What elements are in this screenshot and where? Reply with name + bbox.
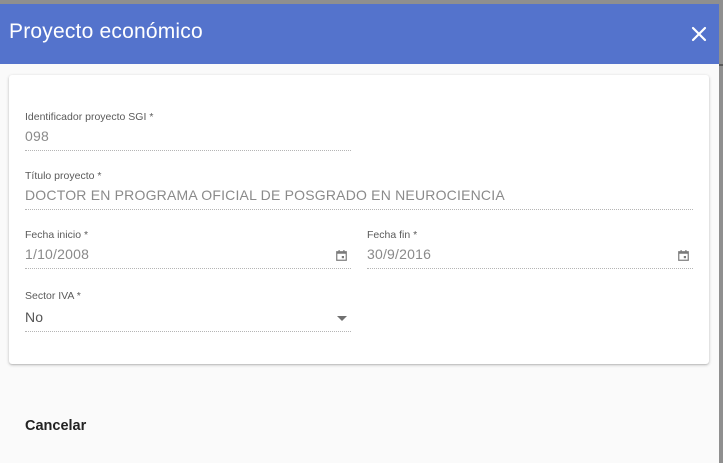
fecha-inicio-value: 1/10/2008	[25, 246, 90, 262]
titulo-label: Título proyecto *	[25, 170, 102, 182]
fecha-inicio-label: Fecha inicio *	[25, 229, 89, 241]
dialog-header: Proyecto económico	[0, 4, 719, 64]
fecha-fin-label: Fecha fin *	[367, 229, 418, 241]
fecha-inicio-underline	[25, 268, 351, 269]
titulo-field[interactable]: Título proyecto * DOCTOR EN PROGRAMA OFI…	[25, 170, 693, 210]
titulo-value: DOCTOR EN PROGRAMA OFICIAL DE POSGRADO E…	[25, 187, 505, 203]
sector-iva-underline	[25, 331, 351, 332]
proyecto-dialog: Proyecto económico Identificador proyect…	[0, 4, 719, 463]
fecha-fin-underline	[367, 268, 693, 269]
identificador-field[interactable]: Identificador proyecto SGI * 098	[25, 111, 351, 151]
identificador-underline	[25, 150, 351, 151]
sector-iva-label: Sector IVA *	[25, 290, 81, 302]
calendar-icon[interactable]	[678, 250, 689, 261]
close-button[interactable]	[687, 22, 711, 46]
fecha-inicio-field[interactable]: Fecha inicio * 1/10/2008	[25, 229, 351, 269]
form-card: Identificador proyecto SGI * 098 Título …	[9, 75, 709, 364]
dialog-title: Proyecto económico	[9, 20, 203, 43]
identificador-label: Identificador proyecto SGI *	[25, 111, 154, 123]
titulo-underline	[25, 209, 693, 210]
calendar-icon[interactable]	[336, 250, 347, 261]
close-icon	[691, 26, 707, 42]
sector-iva-value: No	[25, 309, 44, 325]
fecha-fin-value: 30/9/2016	[367, 246, 432, 262]
dialog-body: Identificador proyecto SGI * 098 Título …	[0, 64, 719, 463]
identificador-value: 098	[25, 128, 49, 144]
fecha-fin-field[interactable]: Fecha fin * 30/9/2016	[367, 229, 693, 269]
chevron-down-icon[interactable]	[337, 316, 347, 321]
sector-iva-select[interactable]: Sector IVA * No	[25, 290, 351, 332]
cancel-button[interactable]: Cancelar	[16, 414, 95, 438]
